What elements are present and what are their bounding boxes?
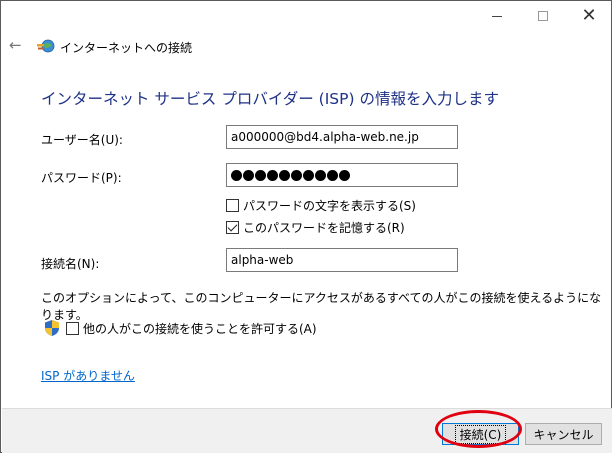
password-label: パスワード(P): [41,171,122,185]
username-input[interactable]: a000000@bd4.alpha-web.ne.jp [226,125,458,149]
allow-others-checkbox[interactable] [66,321,79,335]
password-input[interactable] [226,163,458,187]
connect-button-label: 接続(C) [454,424,507,444]
password-dot [303,169,314,181]
show-password-checkbox[interactable] [226,199,239,212]
page-heading: インターネット サービス プロバイダー (ISP) の情報を入力します [41,90,499,108]
network-globe-icon [37,39,55,53]
show-password-label: パスワードの文字を表示する(S) [243,199,416,213]
password-dot [315,169,326,181]
uac-shield-icon [45,320,59,336]
password-dot [267,169,278,181]
password-dot [291,169,302,181]
close-button[interactable]: ✕ [566,1,612,31]
allow-others-label: 他の人がこの接続を使うことを許可する(A) [83,321,317,336]
remember-password-checkbox[interactable] [226,221,239,234]
dialog-window: ✕ ← インターネットへの接続 インターネット サービス プロバイダー (ISP… [0,0,612,453]
back-arrow-icon[interactable]: ← [9,37,25,53]
share-info-text: このオプションによって、このコンピューターにアクセスがあるすべての人がこの接続を… [41,291,602,322]
password-dot [327,169,338,181]
password-dot [231,169,242,181]
connection-name-input[interactable]: alpha-web [226,248,458,272]
dialog-footer: 接続(C) キャンセル [2,408,612,453]
connection-name-label: 接続名(N): [41,257,100,271]
show-password-option[interactable]: パスワードの文字を表示する(S) [226,197,416,214]
close-icon: ✕ [581,5,597,26]
password-mask [231,164,453,186]
allow-others-option[interactable]: 他の人がこの接続を使うことを許可する(A) [44,319,317,337]
minimize-icon [492,15,502,17]
password-dot [255,169,266,181]
maximize-icon [538,11,548,21]
connect-button[interactable]: 接続(C) [442,423,519,445]
cancel-button[interactable]: キャンセル [525,423,602,445]
password-dot [279,169,290,181]
password-dot [243,169,254,181]
no-isp-link[interactable]: ISP がありません [41,367,135,384]
password-dot [339,169,350,181]
remember-password-option[interactable]: このパスワードを記憶する(R) [226,219,405,236]
maximize-button[interactable] [520,1,566,31]
remember-password-label: このパスワードを記憶する(R) [243,221,405,235]
username-label: ユーザー名(U): [41,133,123,147]
minimize-button[interactable] [474,1,520,31]
wizard-title: インターネットへの接続 [60,41,193,55]
